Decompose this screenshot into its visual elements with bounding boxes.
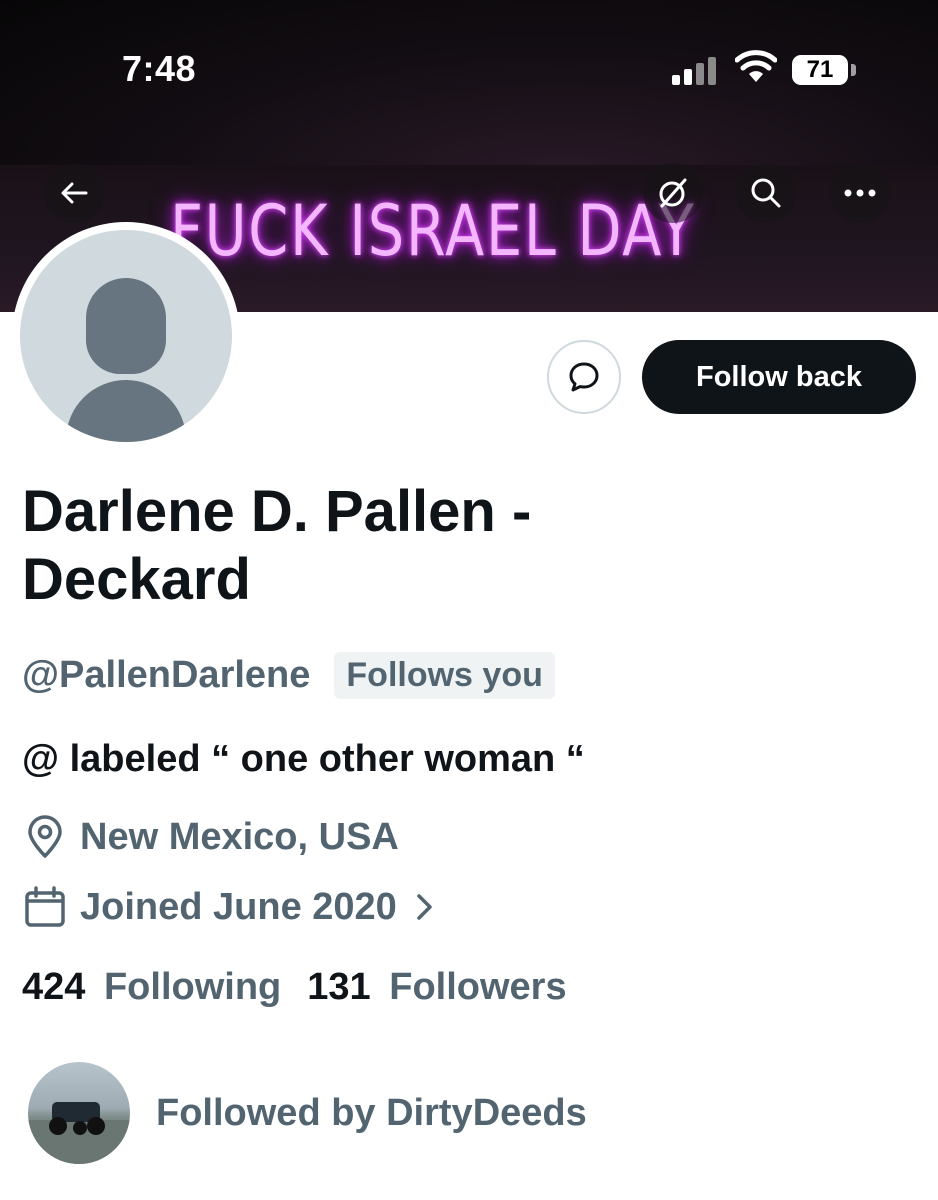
followers-label: Followers: [389, 966, 567, 1008]
bio: @ labeled “ one other woman “: [22, 738, 585, 780]
calendar-icon: [25, 886, 65, 927]
default-avatar-icon: [20, 230, 232, 442]
display-name: Darlene D. Pallen - Deckard: [22, 479, 532, 612]
following-label: Following: [103, 966, 282, 1008]
message-button[interactable]: [547, 340, 621, 414]
grok-icon[interactable]: [643, 163, 703, 223]
wifi-icon: [735, 50, 777, 82]
more-icon[interactable]: [830, 163, 890, 223]
avatar-body: [66, 380, 186, 442]
following-count: 424: [22, 966, 86, 1008]
location-text: New Mexico, USA: [80, 815, 399, 858]
followers-stat[interactable]: 131 Followers: [307, 966, 566, 1009]
followers-count: 131: [307, 966, 371, 1008]
follow-back-button[interactable]: Follow back: [642, 340, 916, 414]
battery-nub: [851, 64, 856, 76]
avatar-head: [86, 278, 166, 374]
location-pin-icon: [28, 815, 62, 858]
chevron-right-icon: [417, 894, 432, 920]
followed-by-text: Followed by DirtyDeeds: [156, 1091, 587, 1134]
following-stat[interactable]: 424 Following: [22, 966, 281, 1009]
status-time: 7:48: [122, 48, 197, 89]
message-bubble-icon: [569, 362, 599, 392]
followed-by-row[interactable]: Followed by DirtyDeeds: [28, 1062, 587, 1164]
back-arrow-icon[interactable]: [44, 163, 104, 223]
follower-avatar: [28, 1062, 130, 1164]
joined-row[interactable]: Joined June 2020: [22, 884, 447, 930]
cellular-signal-icon: [672, 55, 720, 85]
joined-text: Joined June 2020: [80, 885, 397, 928]
handle-row: @PallenDarlene Follows you: [22, 652, 555, 699]
location-row: New Mexico, USA: [22, 814, 399, 860]
profile-avatar[interactable]: [12, 222, 240, 450]
follows-you-badge: Follows you: [334, 652, 555, 699]
user-handle: @PallenDarlene: [22, 654, 311, 696]
search-icon[interactable]: [736, 163, 796, 223]
battery-indicator: 71: [792, 55, 848, 85]
banner-neon-text: FUCK ISRAEL DAY: [170, 190, 696, 272]
vehicle-photo-icon: [28, 1102, 130, 1164]
follow-stats: 424 Following 131 Followers: [22, 966, 567, 1009]
